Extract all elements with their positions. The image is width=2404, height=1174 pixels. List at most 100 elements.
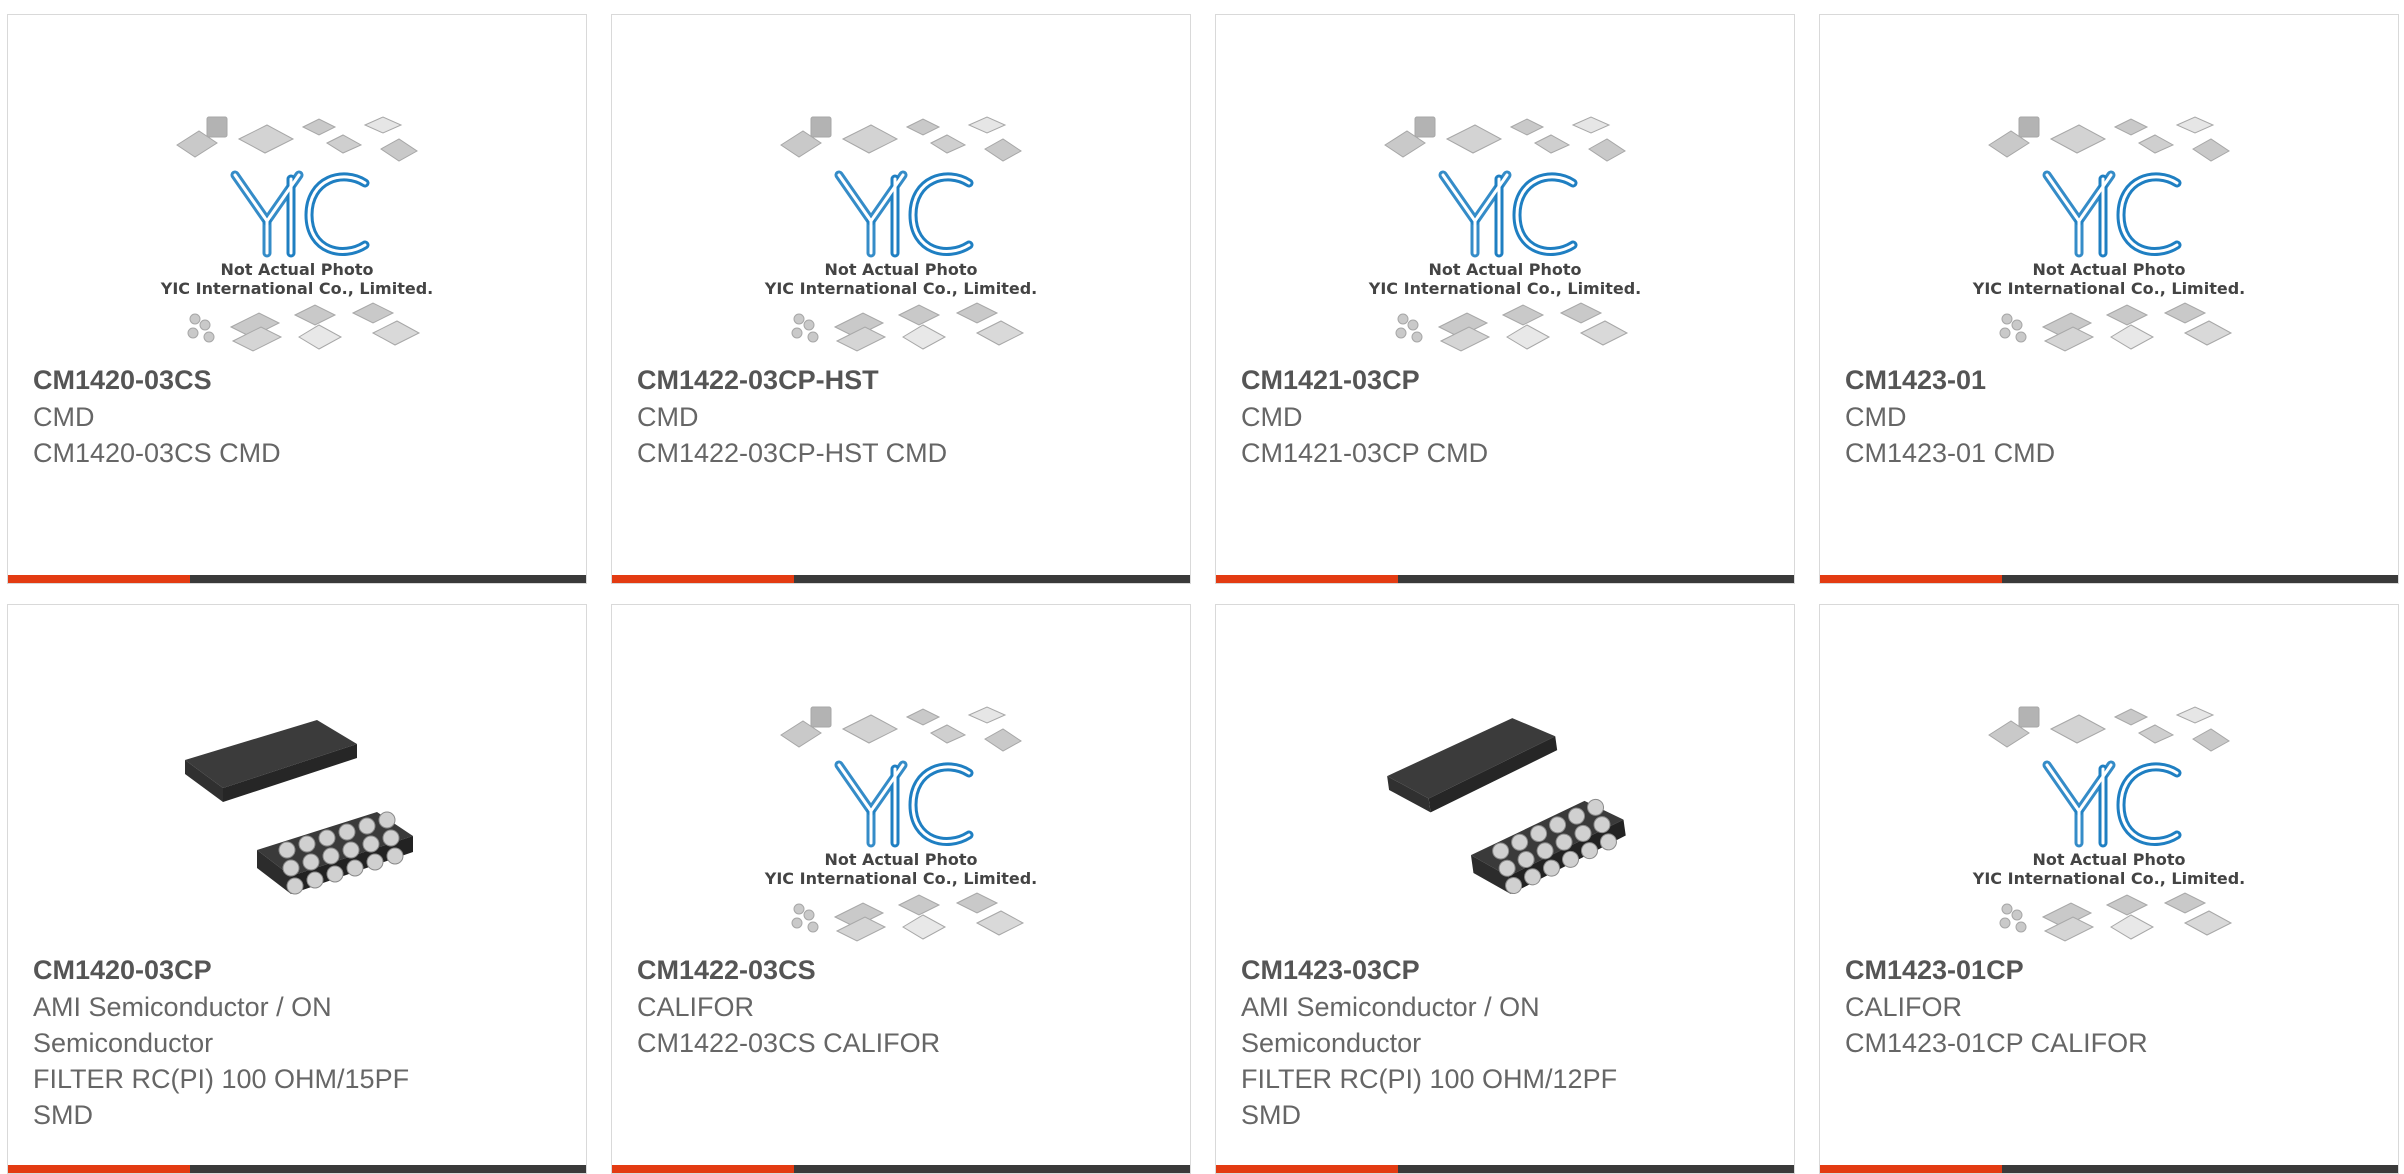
chip-bga-icon (257, 811, 413, 895)
product-image-slot[interactable]: Not Actual Photo YIC International Co., … (1820, 75, 2398, 365)
product-image-slot[interactable] (8, 665, 586, 955)
product-image-slot[interactable]: Not Actual Photo YIC International Co., … (1820, 665, 2398, 955)
chip-cluster-icon (791, 892, 1025, 942)
product-name[interactable]: CM1423-01CP (1845, 951, 2373, 989)
product-detail-line: CMD (1845, 402, 1907, 432)
card-accent-bar (612, 1165, 794, 1173)
product-detail-line: Semiconductor (33, 1028, 214, 1058)
placeholder-line1: Not Actual Photo (824, 260, 977, 279)
placeholder-product-image: Not Actual Photo YIC International Co., … (764, 116, 1037, 352)
product-detail-line: AMI Semiconductor / ON (33, 992, 332, 1022)
chip-cluster-icon (187, 302, 421, 352)
product-detail-line: CM1420-03CS CMD (33, 438, 281, 468)
product-detail-line: SMD (33, 1100, 93, 1130)
chip-cluster-icon (1384, 116, 1626, 162)
placeholder-product-image: Not Actual Photo YIC International Co., … (1368, 116, 1641, 352)
yic-logo (834, 170, 974, 258)
product-name[interactable]: CM1421-03CP (1241, 361, 1769, 399)
placeholder-line1: Not Actual Photo (2032, 850, 2185, 869)
product-name[interactable]: CM1422-03CP-HST (637, 361, 1165, 399)
card-accent-bar (612, 575, 794, 583)
product-card[interactable]: Not Actual Photo YIC International Co., … (611, 14, 1191, 584)
card-footer-bar (612, 575, 1190, 583)
chip-cluster-icon (780, 116, 1022, 162)
placeholder-line1: Not Actual Photo (2032, 260, 2185, 279)
product-image-slot[interactable]: Not Actual Photo YIC International Co., … (612, 75, 1190, 365)
yic-logo (2042, 170, 2182, 258)
product-name[interactable]: CM1423-01 (1845, 361, 2373, 399)
product-grid: Not Actual Photo YIC International Co., … (0, 0, 2404, 1174)
product-detail-line: AMI Semiconductor / ON (1241, 992, 1540, 1022)
card-footer-bar (612, 1165, 1190, 1173)
yic-logo (1438, 170, 1578, 258)
product-name[interactable]: CM1423-03CP (1241, 951, 1769, 989)
product-detail-line: CMD (1241, 402, 1303, 432)
chip-cluster-icon (791, 302, 1025, 352)
product-card[interactable]: Not Actual Photo YIC International Co., … (1215, 14, 1795, 584)
product-detail-line: CALIFOR (1845, 992, 1963, 1022)
product-detail-line: CM1423-01CP CALIFOR (1845, 1028, 2148, 1058)
placeholder-product-image: Not Actual Photo YIC International Co., … (160, 116, 433, 352)
product-image-slot[interactable]: Not Actual Photo YIC International Co., … (612, 665, 1190, 955)
yic-logo (2042, 760, 2182, 848)
card-accent-bar (1820, 1165, 2002, 1173)
card-footer-bar (1216, 575, 1794, 583)
chip-cluster-icon (1988, 706, 2230, 752)
chip-photo-image (1387, 718, 1626, 895)
placeholder-line2: YIC International Co., Limited. (160, 279, 433, 298)
product-name[interactable]: CM1420-03CP (33, 951, 561, 989)
product-card[interactable]: Not Actual Photo YIC International Co., … (7, 14, 587, 584)
chip-cluster-icon (1395, 302, 1629, 352)
card-footer-bar (1820, 1165, 2398, 1173)
chip-cluster-icon (1988, 116, 2230, 162)
chip-cluster-icon (176, 116, 418, 162)
product-image-slot[interactable]: Not Actual Photo YIC International Co., … (1216, 75, 1794, 365)
chip-cluster-icon (780, 706, 1022, 752)
product-detail-line: SMD (1241, 1100, 1301, 1130)
card-accent-bar (1216, 575, 1398, 583)
placeholder-product-image: Not Actual Photo YIC International Co., … (764, 706, 1037, 942)
product-detail-line: FILTER RC(PI) 100 OHM/12PF (1241, 1064, 1618, 1094)
placeholder-product-image: Not Actual Photo YIC International Co., … (1972, 706, 2245, 942)
yic-logo (834, 760, 974, 848)
placeholder-line2: YIC International Co., Limited. (764, 869, 1037, 888)
product-detail-line: CM1421-03CP CMD (1241, 438, 1489, 468)
placeholder-product-image: Not Actual Photo YIC International Co., … (1972, 116, 2245, 352)
card-accent-bar (8, 1165, 190, 1173)
product-card[interactable]: Not Actual Photo YIC International Co., … (1819, 604, 2399, 1174)
card-footer-bar (8, 575, 586, 583)
product-name[interactable]: CM1420-03CS (33, 361, 561, 399)
product-detail-line: FILTER RC(PI) 100 OHM/15PF (33, 1064, 410, 1094)
product-image-slot[interactable] (1216, 665, 1794, 955)
product-detail-line: CALIFOR (637, 992, 755, 1022)
chip-bga-icon (1470, 798, 1626, 895)
product-detail-line: CM1422-03CS CALIFOR (637, 1028, 941, 1058)
card-accent-bar (1216, 1165, 1398, 1173)
yic-logo (230, 170, 370, 258)
product-detail-line: CMD (33, 402, 95, 432)
chip-top-icon (1387, 718, 1558, 813)
placeholder-line1: Not Actual Photo (824, 850, 977, 869)
product-name[interactable]: CM1422-03CS (637, 951, 1165, 989)
product-detail-line: CM1422-03CP-HST CMD (637, 438, 948, 468)
product-image-slot[interactable]: Not Actual Photo YIC International Co., … (8, 75, 586, 365)
product-card[interactable]: CM1420-03CP AMI Semiconductor / ON Semic… (7, 604, 587, 1174)
card-accent-bar (8, 575, 190, 583)
card-footer-bar (1820, 575, 2398, 583)
product-card[interactable]: Not Actual Photo YIC International Co., … (611, 604, 1191, 1174)
placeholder-line1: Not Actual Photo (220, 260, 373, 279)
placeholder-line2: YIC International Co., Limited. (764, 279, 1037, 298)
chip-cluster-icon (1999, 892, 2233, 942)
chip-cluster-icon (1999, 302, 2233, 352)
card-footer-bar (1216, 1165, 1794, 1173)
product-card[interactable]: Not Actual Photo YIC International Co., … (1819, 14, 2399, 584)
chip-photo-image (185, 720, 413, 895)
chip-top-icon (185, 720, 357, 802)
product-detail-line: Semiconductor (1241, 1028, 1422, 1058)
product-detail-line: CM1423-01 CMD (1845, 438, 2056, 468)
placeholder-line2: YIC International Co., Limited. (1972, 869, 2245, 888)
product-card[interactable]: CM1423-03CP AMI Semiconductor / ON Semic… (1215, 604, 1795, 1174)
product-detail-line: CMD (637, 402, 699, 432)
placeholder-line2: YIC International Co., Limited. (1368, 279, 1641, 298)
card-accent-bar (1820, 575, 2002, 583)
